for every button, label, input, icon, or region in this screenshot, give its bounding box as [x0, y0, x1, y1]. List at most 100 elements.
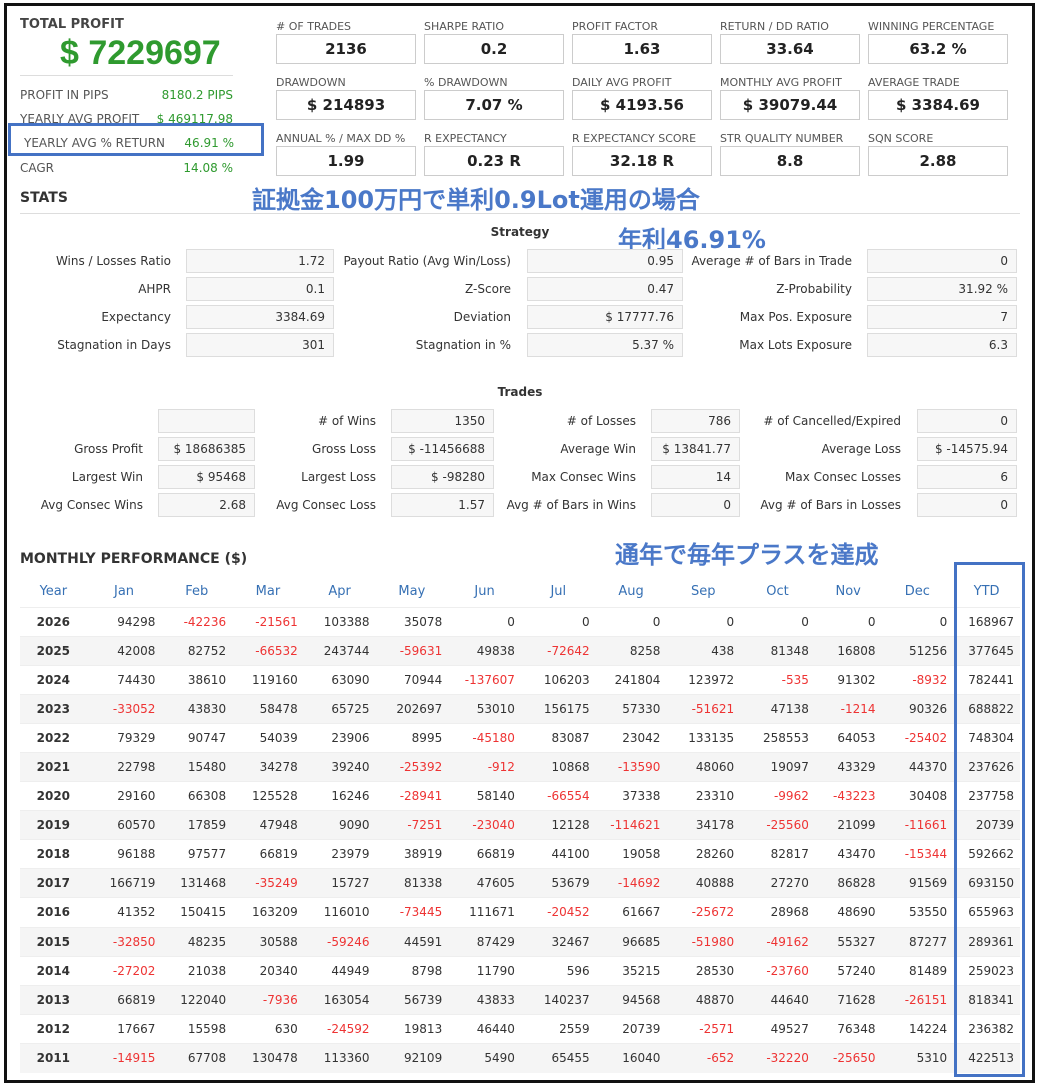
month-cell: -45180	[448, 722, 521, 753]
metric-value: 1.99	[276, 146, 416, 176]
metric-label: # OF TRADES	[276, 20, 352, 33]
month-cell: 86828	[814, 868, 882, 898]
total-profit-value: $ 7229697	[60, 34, 221, 72]
month-cell: 125528	[232, 781, 304, 811]
month-cell: -912	[448, 751, 521, 782]
strategy-label: Stagnation in %	[415, 338, 511, 352]
month-cell: 596	[520, 955, 596, 986]
metric-value: 2.88	[868, 146, 1008, 176]
month-cell: 28530	[666, 955, 741, 986]
month-cell: 122040	[161, 984, 233, 1015]
month-cell: 66819	[86, 984, 162, 1015]
strategy-label: Average # of Bars in Trade	[691, 254, 852, 268]
month-cell: 19097	[740, 751, 815, 782]
column-header: Dec	[904, 584, 930, 600]
table-header-row: Year Jan Feb Mar Apr May Jun Jul Aug Sep Oct Nov Dec…	[20, 577, 1020, 607]
total-profit-label: TOTAL PROFIT	[20, 17, 124, 32]
month-cell: 20340	[232, 955, 304, 986]
metric-label: SQN SCORE	[868, 132, 934, 145]
month-cell: 14224	[881, 1013, 954, 1044]
trades-value: $ -11456688	[391, 437, 494, 461]
trades-label: Gross Loss	[312, 442, 376, 456]
month-cell: 111671	[448, 897, 521, 928]
month-cell: 40888	[666, 868, 741, 898]
month-cell: -42236	[161, 606, 233, 637]
monthly-title: MONTHLY PERFORMANCE ($)	[20, 551, 248, 567]
month-cell: 103388	[303, 606, 376, 637]
annotation-margin-note: 証拠金100万円で単利0.9Lot運用の場合	[252, 186, 700, 214]
month-cell: -59631	[375, 635, 449, 666]
month-cell: -23760	[740, 955, 815, 986]
metric-label: MONTHLY AVG PROFIT	[720, 76, 842, 89]
trades-label: Avg Consec Wins	[40, 498, 143, 512]
month-cell: -25560	[740, 810, 815, 840]
table-row: 2016 41352 150415 163209 116010 -73445 111671-…	[20, 897, 1020, 928]
month-cell: 8995	[375, 722, 449, 753]
month-cell: 19058	[595, 839, 667, 869]
month-cell: -535	[740, 664, 815, 695]
year-cell: 2023	[20, 693, 87, 724]
month-cell: 97577	[161, 839, 233, 869]
month-cell: -25392	[375, 751, 449, 782]
trades-label: Average Win	[560, 442, 636, 456]
month-cell: 90326	[881, 693, 954, 724]
month-cell: -72642	[520, 635, 596, 666]
month-cell: -20452	[520, 897, 596, 928]
month-cell: 30408	[881, 781, 954, 811]
table-row: 2013 66819 122040 -7936 163054 56739 43833 1402…	[20, 984, 1020, 1015]
trades-label: # of Losses	[566, 414, 636, 428]
month-cell: 44640	[740, 984, 815, 1015]
monthly-performance-table: Year Jan Feb Mar Apr May Jun Jul Aug Sep Oct Nov Dec…	[20, 577, 1020, 1073]
month-cell: -1214	[814, 693, 882, 724]
year-cell: 2020	[20, 781, 87, 811]
month-cell: 156175	[520, 693, 596, 724]
trades-value: 1350	[391, 409, 494, 433]
metric-label: SHARPE RATIO	[424, 20, 504, 33]
trades-label: Avg # of Bars in Wins	[506, 498, 636, 512]
metric-value: 33.64	[720, 34, 860, 64]
year-cell: 2019	[20, 810, 87, 840]
month-cell: 43830	[161, 693, 233, 724]
year-cell: 2011	[20, 1042, 87, 1073]
month-cell: 47605	[448, 868, 521, 898]
month-cell: -51621	[666, 693, 741, 724]
month-cell: 22798	[86, 751, 162, 782]
year-cell: 2013	[20, 984, 87, 1015]
table-row: 2015 -32850 48235 30588 -59246 44591 87429 3246…	[20, 926, 1020, 957]
month-cell: 51256	[881, 635, 954, 666]
month-cell: -21561	[232, 606, 304, 637]
year-cell: 2022	[20, 722, 87, 753]
month-cell: -11661	[881, 810, 954, 840]
month-cell: 74430	[86, 664, 162, 695]
table-row: 2025 42008 82752 -66532 243744 -59631 49838 -72…	[20, 635, 1020, 666]
strategy-value: 0.47	[527, 277, 683, 301]
trades-label: Largest Win	[71, 470, 143, 484]
month-cell: 87429	[448, 926, 521, 957]
month-cell: 44949	[303, 955, 376, 986]
year-cell: 2014	[20, 955, 87, 986]
trades-label: Average Loss	[821, 442, 901, 456]
month-cell: -7251	[375, 810, 449, 840]
month-cell: 92109	[375, 1042, 449, 1073]
trades-value: 0	[917, 409, 1017, 433]
month-cell: -7936	[232, 984, 304, 1015]
year-cell: 2016	[20, 897, 87, 928]
column-header: Jan	[114, 584, 135, 600]
table-row: 2024 74430 38610 119160 63090 70944 -137607 106…	[20, 664, 1020, 695]
month-cell: 53679	[520, 868, 596, 898]
trades-label: Avg # of Bars in Losses	[760, 498, 901, 512]
month-cell: 42008	[86, 635, 162, 666]
month-cell: -652	[666, 1042, 741, 1073]
trades-title: Trades	[497, 385, 543, 399]
column-header: Mar	[255, 584, 281, 600]
table-row: 2021 22798 15480 34278 39240 -25392 -912 10868-…	[20, 751, 1020, 782]
month-cell: 35215	[595, 955, 667, 986]
month-cell: 0	[814, 606, 882, 637]
table-row: 2014 -27202 21038 20340 44949 8798 11790 596 352…	[20, 955, 1020, 986]
month-cell: 57330	[595, 693, 667, 724]
month-cell: 43470	[814, 839, 882, 869]
column-header: Year	[39, 584, 68, 600]
month-cell: 163209	[232, 897, 304, 928]
summary-value: 14.08 %	[183, 161, 233, 175]
month-cell: -137607	[448, 664, 521, 695]
